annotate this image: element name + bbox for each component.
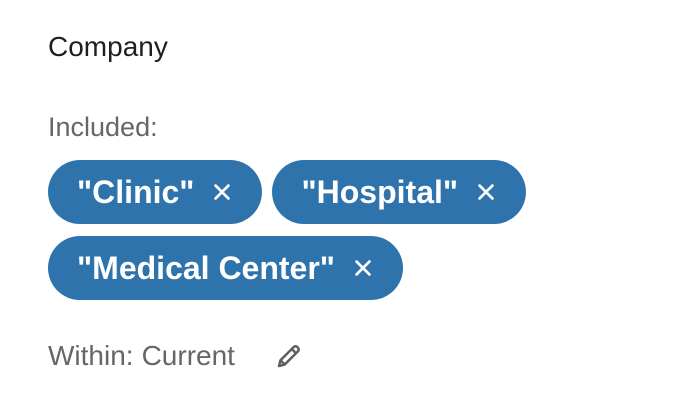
filter-chip-hospital[interactable]: "Hospital" [272,160,527,224]
filter-chip-medical-center[interactable]: "Medical Center" [48,236,403,300]
chip-label: "Medical Center" [77,250,335,286]
close-icon[interactable] [351,256,375,280]
company-filter-panel: Company Included: "Clinic" "Hospital" "M… [0,0,693,414]
filter-chip-clinic[interactable]: "Clinic" [48,160,263,224]
included-chip-list: "Clinic" "Hospital" "Medical Center" [48,160,648,300]
section-title: Company [48,31,168,62]
within-value: Current [141,340,235,371]
pencil-icon[interactable] [271,338,307,374]
within-row: Within: Current [48,338,307,374]
within-label: Within: [48,340,134,371]
close-icon[interactable] [474,180,498,204]
chip-label: "Hospital" [301,174,459,210]
included-label: Included: [48,112,158,142]
chip-label: "Clinic" [77,174,195,210]
close-icon[interactable] [210,180,234,204]
